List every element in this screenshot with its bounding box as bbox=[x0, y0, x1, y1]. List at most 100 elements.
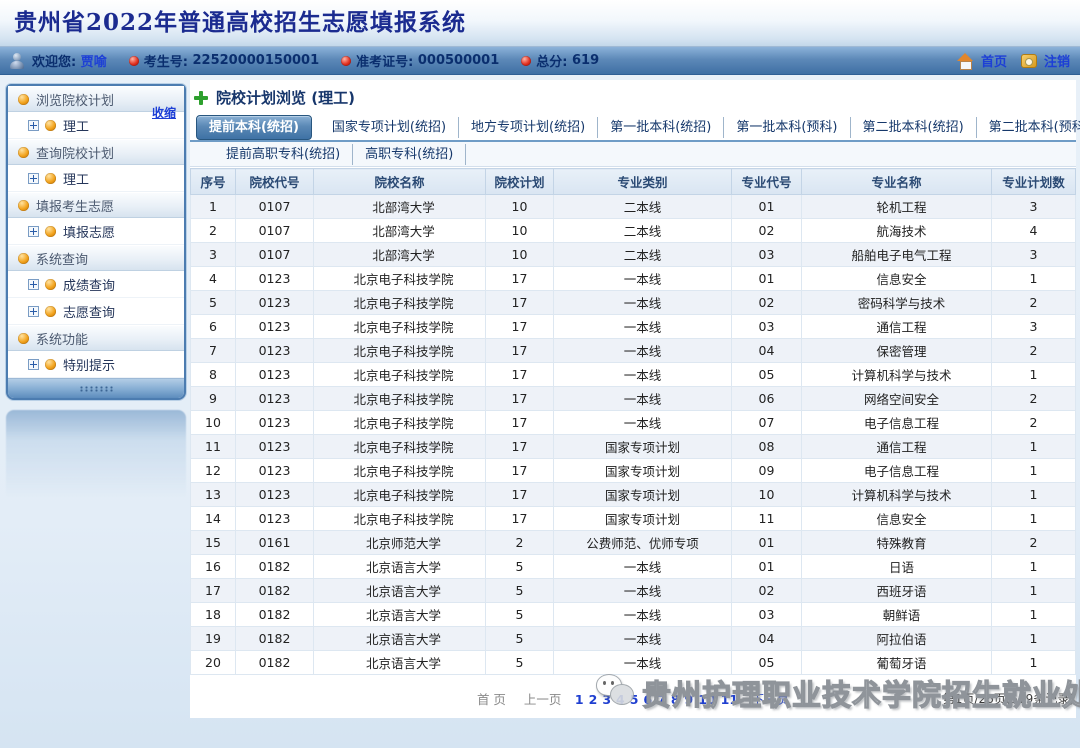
expand-icon[interactable] bbox=[28, 278, 39, 290]
bullet-icon bbox=[45, 225, 56, 237]
cell: 1 bbox=[991, 482, 1076, 507]
bullet-icon bbox=[45, 278, 56, 290]
sidebar-group-header[interactable]: 系统功能 bbox=[8, 325, 184, 351]
batch-tab[interactable]: 第二批本科(预科) bbox=[977, 117, 1080, 138]
sidebar-item-label: 成绩查询 bbox=[63, 278, 116, 294]
college-link[interactable]: 北京电子科技学院 bbox=[313, 482, 486, 507]
cell: 一本线 bbox=[553, 314, 732, 339]
batch-tabs-row1: 提前本科(统招) 国家专项计划(统招) 地方专项计划(统招) 第一批本科(统招) 第一批… bbox=[190, 114, 1080, 142]
expand-icon[interactable] bbox=[28, 172, 39, 184]
college-link[interactable]: 北京师范大学 bbox=[313, 530, 486, 555]
sidebar-group-label: 浏览院校计划 bbox=[36, 93, 115, 109]
college-link[interactable]: 北京语言大学 bbox=[313, 602, 486, 627]
college-link[interactable]: 北京电子科技学院 bbox=[313, 290, 486, 315]
table-row: 15 0161 北京师范大学 2 公费师范、优师专项 01 特殊教育 2 bbox=[190, 530, 1076, 555]
home-link[interactable]: 首页 bbox=[981, 51, 1007, 70]
key-icon[interactable] bbox=[1020, 53, 1037, 68]
cell: 2 bbox=[991, 530, 1076, 555]
pagination-page[interactable]: 7 bbox=[657, 692, 666, 707]
college-link[interactable]: 北部湾大学 bbox=[313, 218, 486, 243]
batch-tab[interactable]: 提前高职专科(统招) bbox=[214, 143, 354, 165]
cell: 8 bbox=[190, 362, 236, 387]
bullet-icon bbox=[45, 305, 56, 317]
bullet-icon bbox=[45, 358, 56, 370]
college-link[interactable]: 北京电子科技学院 bbox=[313, 338, 486, 363]
batch-tab[interactable]: 地方专项计划(统招) bbox=[459, 116, 599, 138]
college-link[interactable]: 北京电子科技学院 bbox=[313, 314, 486, 339]
pagination-page[interactable]: 9 bbox=[685, 692, 694, 707]
sidebar-group-label: 系统查询 bbox=[36, 252, 89, 268]
batch-tab[interactable]: 第一批本科(预科) bbox=[724, 116, 851, 138]
college-link[interactable]: 北京语言大学 bbox=[313, 626, 486, 651]
college-link[interactable]: 北京电子科技学院 bbox=[313, 386, 486, 411]
cell: 二本线 bbox=[553, 194, 732, 219]
sidebar-item[interactable]: 理工 bbox=[8, 165, 184, 192]
pagination-page[interactable]: 4 bbox=[616, 692, 625, 707]
sidebar-group-header[interactable]: 查询院校计划 bbox=[8, 139, 184, 165]
sidebar-item[interactable]: 成绩查询 bbox=[8, 271, 184, 298]
college-link[interactable]: 北部湾大学 bbox=[313, 242, 486, 267]
cell: 17 bbox=[485, 314, 554, 339]
college-link[interactable]: 北部湾大学 bbox=[313, 194, 486, 219]
batch-tab[interactable]: 国家专项计划(统招) bbox=[320, 116, 460, 138]
sidebar-collapse-link[interactable]: 收缩 bbox=[152, 104, 176, 121]
cell: 1 bbox=[190, 194, 236, 219]
expand-icon[interactable] bbox=[28, 305, 39, 317]
bullet-icon bbox=[18, 93, 29, 105]
college-link[interactable]: 北京语言大学 bbox=[313, 578, 486, 603]
cell: 5 bbox=[485, 602, 554, 627]
column-header: 院校名称 bbox=[313, 168, 486, 195]
expand-icon[interactable] bbox=[28, 119, 39, 131]
batch-tab[interactable]: 第二批本科(统招) bbox=[851, 116, 977, 138]
plan-table-header: 序号 院校代号 院校名称 院校计划 专业类别 专业代号 专业名称 专业计划数 bbox=[190, 168, 1076, 195]
expand-icon[interactable] bbox=[28, 358, 39, 370]
pagination-page[interactable]: 5 bbox=[630, 692, 639, 707]
drag-grip-icon[interactable] bbox=[79, 386, 113, 392]
cell: 01 bbox=[731, 530, 802, 555]
pagination-first[interactable]: 首 页 bbox=[477, 692, 506, 707]
sidebar-group-header[interactable]: 填报考生志愿 bbox=[8, 192, 184, 218]
cell: 2 bbox=[485, 530, 554, 555]
sidebar-footer-bar[interactable] bbox=[8, 378, 184, 398]
sidebar-item[interactable]: 特别提示 bbox=[8, 351, 184, 378]
college-link[interactable]: 北京语言大学 bbox=[313, 554, 486, 579]
batch-tab[interactable]: 高职专科(统招) bbox=[353, 143, 467, 165]
college-link[interactable]: 北京电子科技学院 bbox=[313, 506, 486, 531]
pagination-page[interactable]: 8 bbox=[671, 692, 680, 707]
pagination-next[interactable]: 下一页 bbox=[752, 692, 790, 707]
cell: 0182 bbox=[235, 626, 314, 651]
pagination-page[interactable]: 10 bbox=[698, 692, 715, 707]
cell: 08 bbox=[731, 434, 802, 459]
main-content: 院校计划浏览 (理工) 提前本科(统招) 国家专项计划(统招) 地方专项计划(统招)… bbox=[190, 80, 1080, 718]
college-link[interactable]: 北京电子科技学院 bbox=[313, 458, 486, 483]
score-group: 总分: 619 bbox=[521, 51, 599, 70]
cell: 2 bbox=[991, 290, 1076, 315]
cell: 一本线 bbox=[553, 578, 732, 603]
home-icon[interactable] bbox=[956, 52, 973, 70]
college-link[interactable]: 北京电子科技学院 bbox=[313, 434, 486, 459]
college-link[interactable]: 北京电子科技学院 bbox=[313, 410, 486, 435]
pagination-page[interactable]: 3 bbox=[602, 692, 611, 707]
pagination-prev[interactable]: 上一页 bbox=[524, 692, 562, 707]
college-link[interactable]: 北京语言大学 bbox=[313, 650, 486, 675]
sidebar-item[interactable]: 志愿查询 bbox=[8, 298, 184, 325]
cell: 03 bbox=[731, 242, 802, 267]
pagination-page[interactable]: 6 bbox=[643, 692, 652, 707]
pagination-numbers: 1 2 3 4 5 6 7 8 9 10 11 bbox=[572, 692, 740, 707]
pagination-page[interactable]: 1 bbox=[575, 692, 584, 707]
major-name: 轮机工程 bbox=[801, 194, 992, 219]
college-link[interactable]: 北京电子科技学院 bbox=[313, 362, 486, 387]
pagination-page[interactable]: 11 bbox=[721, 692, 738, 707]
college-link[interactable]: 北京电子科技学院 bbox=[313, 266, 486, 291]
pagination-page[interactable]: 2 bbox=[589, 692, 598, 707]
cell: 2 bbox=[991, 410, 1076, 435]
cell: 一本线 bbox=[553, 386, 732, 411]
cell: 02 bbox=[731, 578, 802, 603]
table-row: 18 0182 北京语言大学 5 一本线 03 朝鲜语 1 bbox=[190, 602, 1076, 627]
logout-link[interactable]: 注销 bbox=[1044, 51, 1070, 70]
expand-icon[interactable] bbox=[28, 225, 39, 237]
batch-tab[interactable]: 第一批本科(统招) bbox=[598, 116, 725, 138]
batch-tab[interactable]: 提前本科(统招) bbox=[196, 114, 312, 140]
sidebar-item[interactable]: 填报志愿 bbox=[8, 218, 184, 245]
sidebar-group-header[interactable]: 系统查询 bbox=[8, 245, 184, 271]
